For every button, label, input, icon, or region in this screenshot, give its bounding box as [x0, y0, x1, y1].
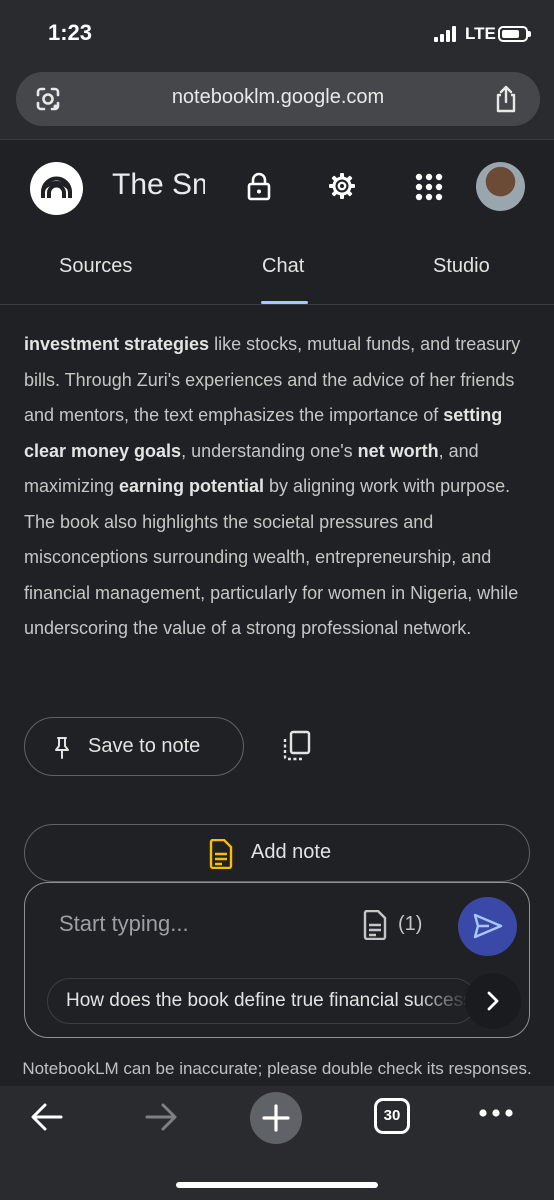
bold-phrase: net worth	[357, 440, 439, 461]
battery-level	[502, 30, 519, 38]
gear-icon[interactable]	[328, 172, 356, 200]
user-avatar[interactable]	[476, 162, 525, 211]
url-text[interactable]: notebooklm.google.com	[16, 86, 540, 109]
plus-icon	[262, 1104, 290, 1132]
copy-icon[interactable]	[282, 730, 312, 762]
tab-bar: Sources Chat Studio	[0, 235, 554, 305]
app-header: The Sm	[0, 140, 554, 235]
disclaimer-text: NotebookLM can be inaccurate; please dou…	[22, 1059, 532, 1078]
note-icon	[209, 839, 233, 869]
new-tab-button[interactable]	[250, 1092, 302, 1144]
pin-icon	[55, 737, 69, 759]
apps-grid-icon[interactable]	[414, 172, 444, 202]
more-options-icon[interactable]	[478, 1108, 514, 1118]
add-note-label: Add note	[251, 841, 332, 863]
share-icon[interactable]	[492, 84, 520, 114]
browser-toolbar: 30	[0, 1086, 554, 1200]
chat-response-text: investment strategies like stocks, mutua…	[24, 327, 534, 647]
bold-phrase: investment strategies	[24, 334, 210, 354]
tab-sources[interactable]: Sources	[59, 255, 132, 278]
save-to-note-label: Save to note	[88, 735, 201, 757]
network-label: LTE	[465, 24, 496, 43]
signal-icon	[434, 26, 458, 42]
bold-phrase: earning potential	[119, 476, 265, 496]
status-bar: 1:23 LTE	[0, 0, 554, 62]
status-time: 1:23	[48, 20, 93, 45]
address-bar[interactable]: notebooklm.google.com	[16, 72, 540, 126]
chat-composer: Start typing... (1) How does the book de…	[24, 882, 530, 1038]
screen: 1:23 LTE notebooklm.google.com The Sm So…	[0, 0, 554, 1200]
notebook-title[interactable]: The Sm	[112, 168, 205, 202]
send-icon	[473, 913, 503, 939]
tab-studio[interactable]: Studio	[433, 255, 490, 278]
back-arrow-icon[interactable]	[30, 1100, 64, 1134]
suggested-question-chip[interactable]: How does the book define true financial …	[47, 978, 477, 1024]
source-count[interactable]: (1)	[398, 913, 422, 936]
response-text: , understanding one's	[181, 440, 358, 461]
notebooklm-logo[interactable]	[30, 162, 83, 215]
next-suggestion-button[interactable]	[465, 973, 521, 1029]
forward-arrow-icon[interactable]	[144, 1100, 178, 1134]
lock-icon[interactable]	[246, 172, 272, 202]
tab-switcher-button[interactable]: 30	[374, 1098, 410, 1134]
notebooklm-logo-icon	[41, 176, 72, 198]
chat-input[interactable]: Start typing...	[59, 911, 189, 937]
battery-icon	[498, 26, 531, 42]
chevron-right-icon	[487, 991, 499, 1011]
tab-chat[interactable]: Chat	[262, 255, 304, 278]
response-text: by aligning work with purpose. The book …	[24, 476, 519, 638]
save-to-note-button[interactable]: Save to note	[24, 717, 244, 776]
sources-document-icon[interactable]	[363, 910, 387, 940]
send-button[interactable]	[458, 897, 517, 956]
home-indicator	[176, 1182, 378, 1188]
add-note-button[interactable]: Add note	[24, 824, 530, 882]
active-tab-indicator	[261, 301, 308, 304]
browser-address-area: notebooklm.google.com	[0, 62, 554, 140]
